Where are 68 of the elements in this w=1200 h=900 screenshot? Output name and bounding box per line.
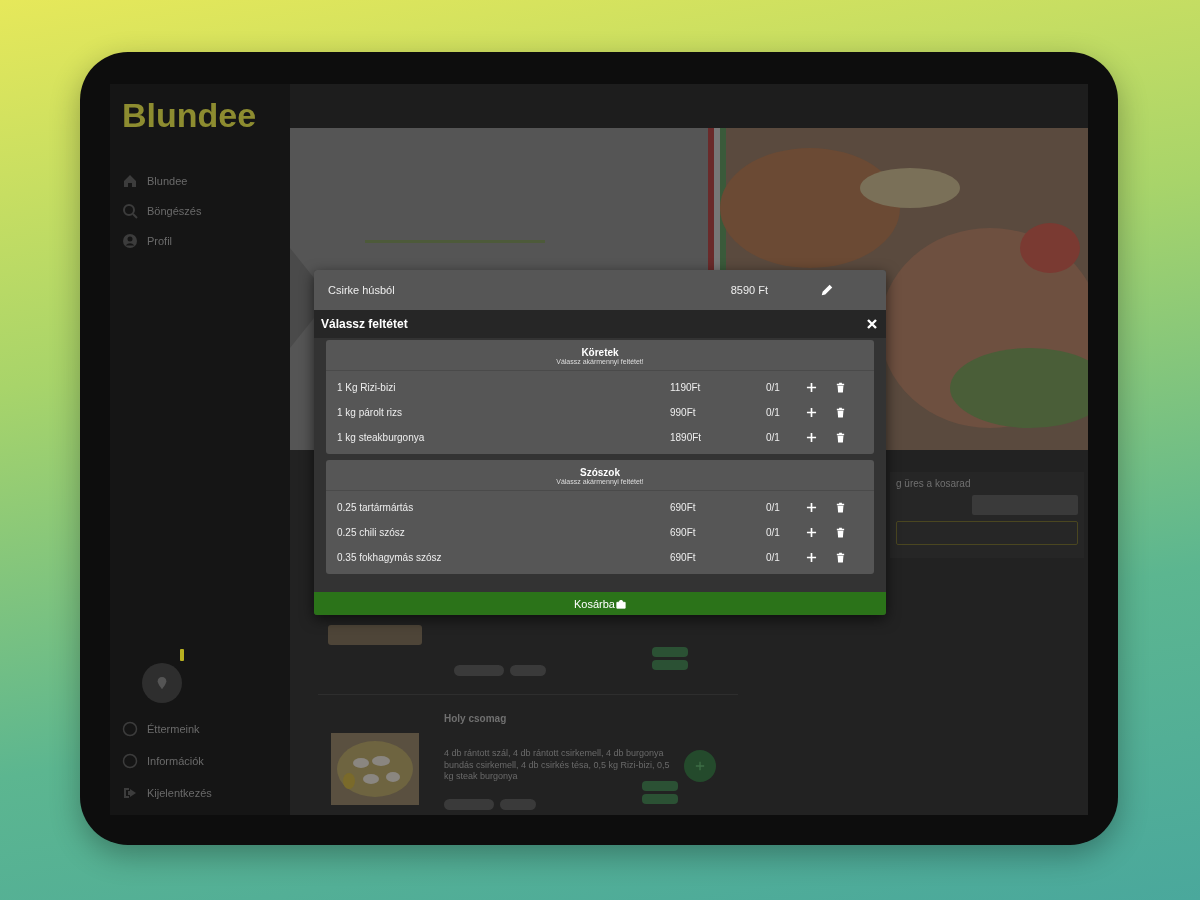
option-price: 1190Ft xyxy=(670,382,702,393)
add-to-cart-button[interactable]: Kosárba xyxy=(314,592,886,615)
tag-pill xyxy=(444,799,494,811)
location-button[interactable] xyxy=(142,663,182,703)
tag-pill xyxy=(642,781,678,792)
option-count: 0/1 xyxy=(766,552,781,563)
option-name: 0.25 tartármártás xyxy=(337,502,415,513)
option-count: 0/1 xyxy=(766,432,781,443)
bag-icon xyxy=(616,598,626,609)
search-icon xyxy=(122,203,138,219)
plus-icon[interactable] xyxy=(806,407,817,418)
option-price: 1890Ft xyxy=(670,432,703,443)
product-price: 8590 Ft xyxy=(730,284,768,296)
tag-pill xyxy=(500,799,536,811)
option-name: 1 kg párolt rizs xyxy=(337,407,404,418)
item-title: Holy csomag xyxy=(444,713,508,724)
info-icon xyxy=(122,721,138,737)
close-icon[interactable] xyxy=(866,318,878,330)
sidebar-item[interactable]: Információk xyxy=(122,753,204,769)
input-field[interactable] xyxy=(896,521,1078,545)
plus-icon[interactable] xyxy=(806,382,817,393)
tag-pill xyxy=(652,647,688,657)
group-title: Szószok xyxy=(580,467,620,478)
option-name: 1 kg steakburgonya xyxy=(337,432,426,443)
logout-icon xyxy=(122,785,138,801)
plus-icon[interactable] xyxy=(806,432,817,443)
pencil-icon[interactable] xyxy=(820,283,834,297)
dialog-title: Válassz feltétet xyxy=(321,317,408,331)
option-name: 1 Kg Rizi-bizi xyxy=(337,382,397,393)
sidebar-item[interactable]: Kijelentkezés xyxy=(122,785,212,801)
trash-icon[interactable] xyxy=(835,432,846,443)
sidebar-item[interactable]: Éttermeink xyxy=(122,721,200,737)
option-count: 0/1 xyxy=(766,407,781,418)
tag-pill xyxy=(642,794,678,805)
plus-icon[interactable] xyxy=(806,502,817,513)
option-count: 0/1 xyxy=(766,527,781,538)
location-pin-icon xyxy=(155,676,169,690)
tag-pill xyxy=(454,665,504,676)
option-price: 690Ft xyxy=(670,527,697,538)
option-count: 0/1 xyxy=(766,382,781,393)
sidebar-item[interactable]: Böngészés xyxy=(122,203,202,219)
plus-icon[interactable] xyxy=(806,552,817,563)
profile-icon xyxy=(122,233,138,249)
info-icon xyxy=(122,753,138,769)
trash-icon[interactable] xyxy=(835,527,846,538)
group-title: Köretek xyxy=(581,347,619,358)
tag-pill xyxy=(510,665,546,676)
logo: Blundee xyxy=(122,96,257,135)
sidebar-item[interactable]: Blundee xyxy=(122,173,188,189)
plus-icon xyxy=(695,760,705,771)
sidebar-item[interactable]: Profil xyxy=(122,233,173,249)
option-price: 690Ft xyxy=(670,502,697,513)
alert-badge xyxy=(180,649,184,661)
trash-icon[interactable] xyxy=(835,407,846,418)
item-description: 4 db rántott szál, 4 db rántott csirkemell, 4 db burgonya bundás csirkemell, 4 db csirkés tésa, 0,5 kg Rizi-bizi, 0,5 kg steak burgonya xyxy=(444,748,671,784)
tag-pill xyxy=(652,660,688,670)
trash-icon[interactable] xyxy=(835,382,846,393)
trash-icon[interactable] xyxy=(835,502,846,513)
option-price: 690Ft xyxy=(670,552,697,563)
option-count: 0/1 xyxy=(766,502,781,513)
plus-icon[interactable] xyxy=(806,527,817,538)
option-price: 990Ft xyxy=(670,407,697,418)
option-name: 0.35 fokhagymás szósz xyxy=(337,552,443,563)
product-name: Csirke húsból xyxy=(328,284,396,296)
trash-icon[interactable] xyxy=(835,552,846,563)
cart-message: g üres a kosarad xyxy=(896,478,971,489)
option-name: 0.25 chili szósz xyxy=(337,527,406,538)
home-icon xyxy=(122,173,138,189)
